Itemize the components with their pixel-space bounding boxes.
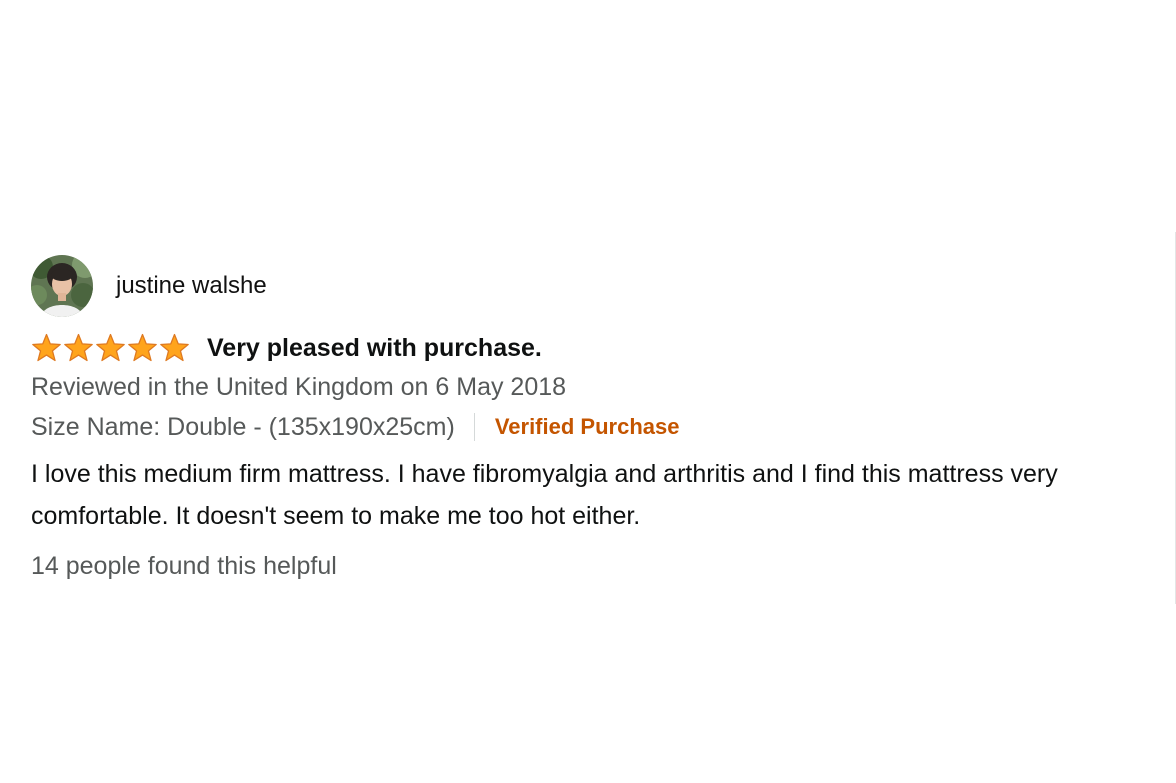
star-icon (160, 333, 189, 361)
customer-review: justine walshe Very pleased with purchas… (31, 255, 1171, 581)
reviewer-profile[interactable]: justine walshe (31, 255, 1171, 317)
avatar[interactable] (31, 255, 93, 317)
star-icon (96, 333, 125, 361)
review-title[interactable]: Very pleased with purchase. (207, 334, 542, 363)
variant-link[interactable]: Size Name: Double - (135x190x25cm) (31, 411, 455, 443)
review-date: Reviewed in the United Kingdom on 6 May … (31, 373, 567, 401)
divider (473, 413, 475, 441)
reviewer-name[interactable]: justine walshe (116, 272, 267, 300)
star-icon (32, 333, 61, 361)
star-rating[interactable] (31, 333, 191, 364)
review-body: I love this medium firm mattress. I have… (31, 460, 1058, 530)
verified-purchase-badge: Verified Purchase (494, 414, 680, 439)
star-icon (128, 333, 157, 361)
star-icon (64, 333, 93, 361)
helpful-count: 14 people found this helpful (31, 552, 337, 580)
review-format-strip: Size Name: Double - (135x190x25cm) Verif… (31, 411, 1171, 443)
review-title-row: Very pleased with purchase. (31, 331, 1171, 365)
